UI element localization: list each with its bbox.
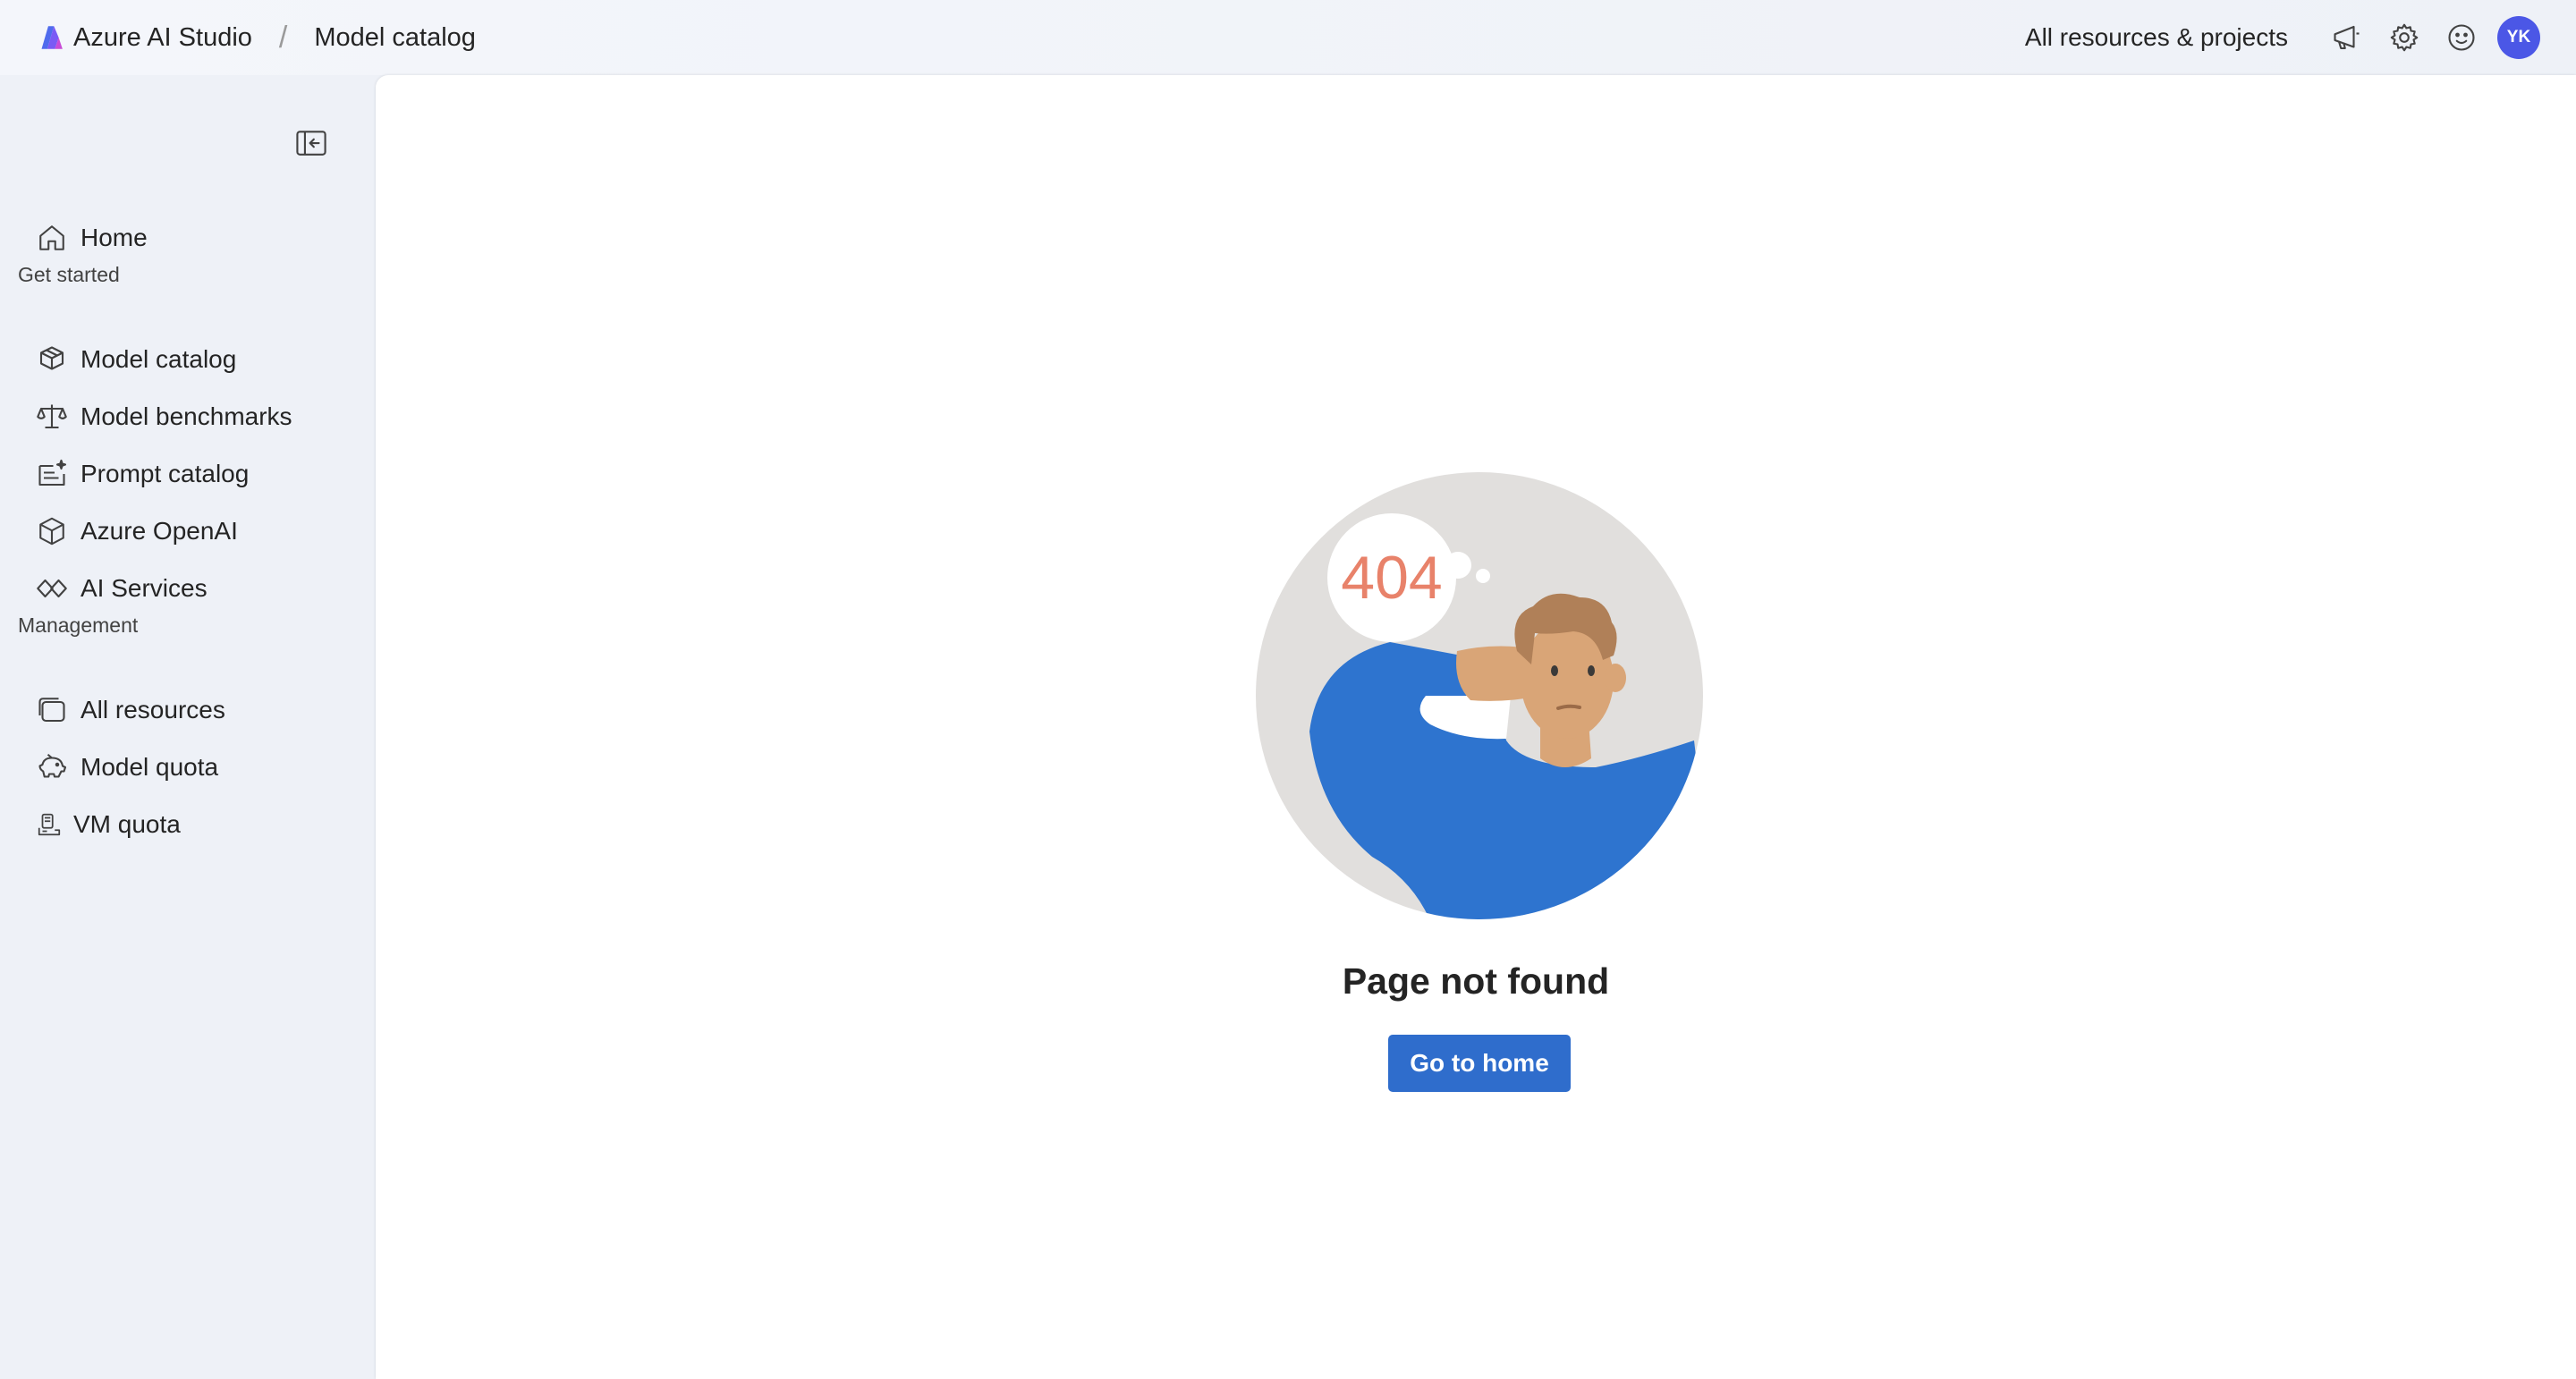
sidebar-item-label: VM quota (73, 810, 181, 838)
sidebar-collapse-icon (296, 131, 326, 156)
sidebar-item-label: Model quota (80, 753, 219, 781)
azure-ai-studio-logo-icon (41, 26, 63, 49)
sidebar-item-label: Home (80, 224, 148, 251)
prompt-sparkle-icon (38, 459, 67, 486)
sidebar-item-model-benchmarks[interactable]: Model benchmarks (18, 390, 358, 444)
collapse-sidebar-button[interactable] (293, 125, 329, 161)
sidebar-item-label: Model benchmarks (80, 402, 292, 430)
stacked-windows-icon (38, 698, 65, 723)
sidebar-item-label: All resources (80, 696, 225, 723)
sidebar-item-prompt-catalog[interactable]: Prompt catalog (18, 447, 358, 501)
settings-button[interactable] (2376, 9, 2433, 66)
gear-icon (2390, 23, 2419, 52)
feedback-button[interactable] (2433, 9, 2490, 66)
all-resources-projects-link[interactable]: All resources & projects (2025, 23, 2288, 52)
top-right-actions: All resources & projects YK (2025, 0, 2540, 75)
sidebar-item-home[interactable]: Home (18, 211, 358, 265)
go-to-home-button[interactable]: Go to home (1388, 1035, 1571, 1092)
scales-icon (37, 404, 67, 429)
breadcrumb-separator: / (278, 20, 288, 55)
user-avatar[interactable]: YK (2497, 16, 2540, 59)
app-brand-link[interactable]: Azure AI Studio (34, 22, 252, 53)
sidebar-item-vm-quota[interactable]: VM quota (18, 798, 358, 851)
sidebar-item-all-resources[interactable]: All resources (18, 683, 358, 737)
announcements-button[interactable] (2318, 9, 2376, 66)
error-code-text: 404 (1341, 544, 1442, 612)
piggy-bank-icon (38, 753, 67, 778)
app-name: Azure AI Studio (73, 22, 252, 52)
sidebar-item-azure-openai[interactable]: Azure OpenAI (18, 504, 358, 558)
home-icon (39, 225, 64, 250)
sidebar-item-label: Azure OpenAI (80, 517, 238, 545)
page-not-found-illustration: 404 (1256, 472, 1703, 919)
main-content: 404 Page not found Go to home (376, 75, 2576, 1379)
breadcrumb-current-page: Model catalog (314, 22, 476, 52)
sidebar-item-model-catalog[interactable]: Model catalog (18, 333, 358, 386)
sidebar-item-ai-services[interactable]: AI Services (18, 562, 358, 615)
smiley-icon (2448, 24, 2475, 51)
sidebar-item-label: Prompt catalog (80, 460, 250, 487)
sidebar: Home Get started Model catalog Model ben… (0, 75, 376, 1379)
section-heading-get-started: Get started (18, 263, 120, 286)
sidebar-item-model-quota[interactable]: Model quota (18, 740, 358, 794)
sidebar-item-label: Model catalog (80, 345, 237, 373)
top-bar: Azure AI Studio / Model catalog All reso… (0, 0, 2576, 75)
page-title: Page not found (1342, 960, 1610, 1002)
vm-quota-icon (38, 813, 61, 836)
cube-stack-icon (39, 346, 64, 370)
section-heading-management: Management (18, 613, 139, 637)
diamonds-icon (37, 579, 67, 598)
openai-cube-icon (39, 517, 64, 546)
megaphone-icon (2334, 25, 2360, 50)
sidebar-item-label: AI Services (80, 574, 208, 602)
